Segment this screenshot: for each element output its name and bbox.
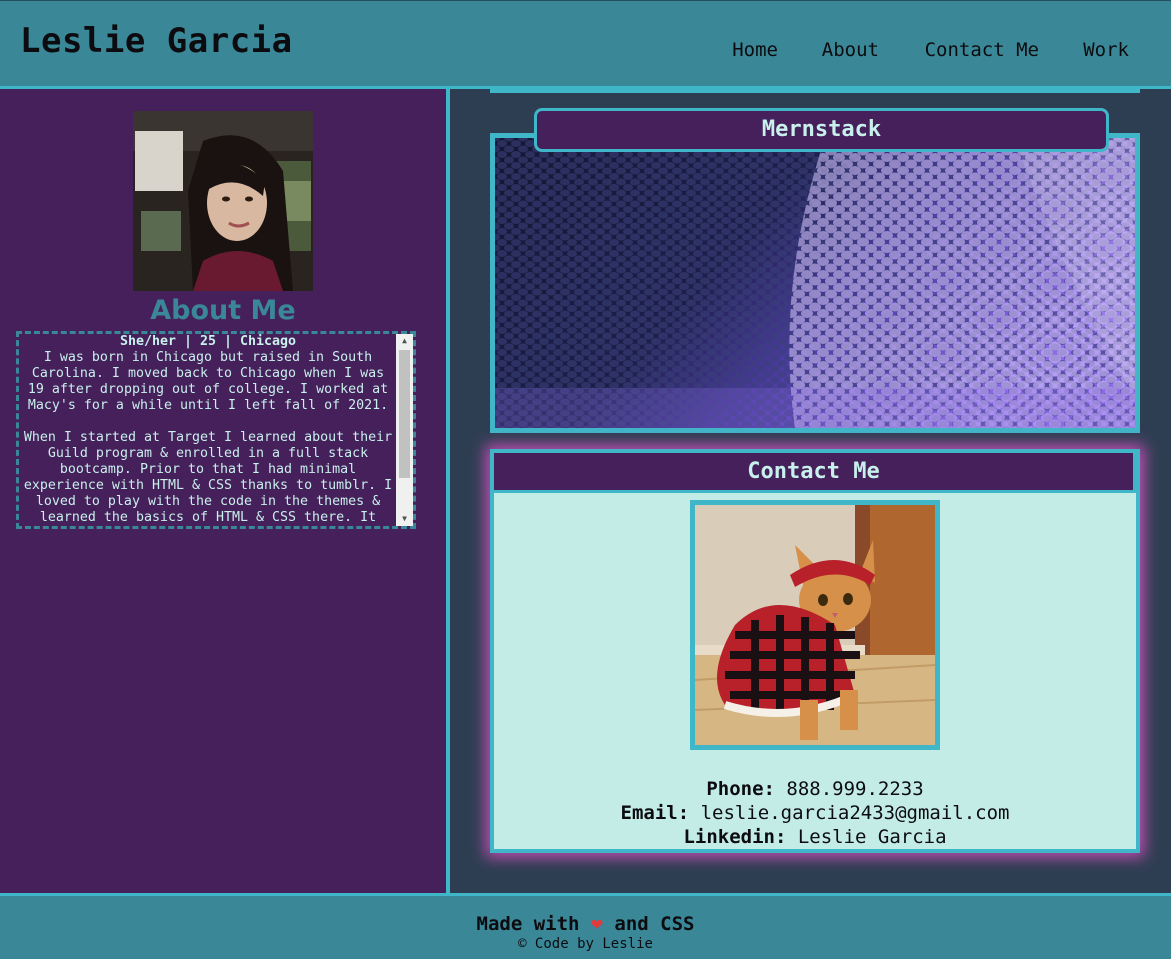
about-text-box[interactable]: She/her | 25 | Chicago I was born in Chi…	[16, 331, 416, 529]
made-with-suffix: and CSS	[614, 913, 695, 935]
about-paragraph: I was born in Chicago but raised in Sout…	[27, 350, 389, 413]
linkedin-link[interactable]: Leslie Garcia	[798, 826, 947, 848]
about-scrollbar[interactable]: ▲ ▼	[396, 334, 413, 526]
about-tagline: She/her | 25 | Chicago	[119, 334, 297, 349]
nav-link-about[interactable]: About	[822, 39, 879, 61]
phone-label: Phone:	[706, 778, 775, 800]
about-paragraph: When I started at Target I learned about…	[23, 430, 393, 525]
made-with-prefix: Made with	[476, 913, 580, 935]
about-heading: About Me	[150, 295, 296, 326]
project-title[interactable]: Mernstack	[534, 108, 1109, 152]
phone-value[interactable]: 888.999.2233	[786, 778, 923, 800]
project-image	[495, 138, 1135, 428]
email-row: Email: leslie.garcia2433@gmail.com	[494, 801, 1136, 825]
divider	[490, 89, 1140, 93]
heart-icon: ❤	[590, 911, 603, 935]
site-title: Leslie Garcia	[20, 21, 293, 61]
nav-link-contact[interactable]: Contact Me	[925, 39, 1039, 61]
contact-card: Contact Me Phone: 888.999.2233 Email: le…	[490, 449, 1140, 853]
profile-photo	[133, 111, 313, 291]
scrollbar-thumb[interactable]	[399, 350, 410, 478]
contact-heading: Contact Me	[494, 453, 1136, 493]
made-with-text: Made with ❤ and CSS	[0, 911, 1171, 935]
email-label: Email:	[620, 802, 690, 824]
contact-info: Phone: 888.999.2233 Email: leslie.garcia…	[494, 777, 1136, 849]
phone-row: Phone: 888.999.2233	[494, 777, 1136, 801]
scroll-up-icon[interactable]: ▲	[396, 334, 413, 348]
email-link[interactable]: leslie.garcia2433@gmail.com	[701, 802, 1010, 824]
linkedin-row: Linkedin: Leslie Garcia	[494, 825, 1136, 849]
project-card[interactable]	[490, 133, 1140, 433]
nav-link-home[interactable]: Home	[732, 39, 778, 61]
scroll-down-icon[interactable]: ▼	[396, 512, 413, 526]
copyright: © Code by Leslie	[518, 936, 653, 952]
nav-link-work[interactable]: Work	[1083, 39, 1129, 61]
about-sidebar: About Me She/her | 25 | Chicago I was bo…	[0, 89, 450, 893]
linkedin-label: Linkedin:	[683, 826, 787, 848]
site-header: Leslie Garcia Home About Contact Me Work	[0, 0, 1171, 89]
site-footer: Made with ❤ and CSS © Code by Leslie	[0, 893, 1171, 959]
about-text: She/her | 25 | Chicago I was born in Chi…	[19, 334, 397, 526]
cat-photo	[690, 500, 940, 750]
